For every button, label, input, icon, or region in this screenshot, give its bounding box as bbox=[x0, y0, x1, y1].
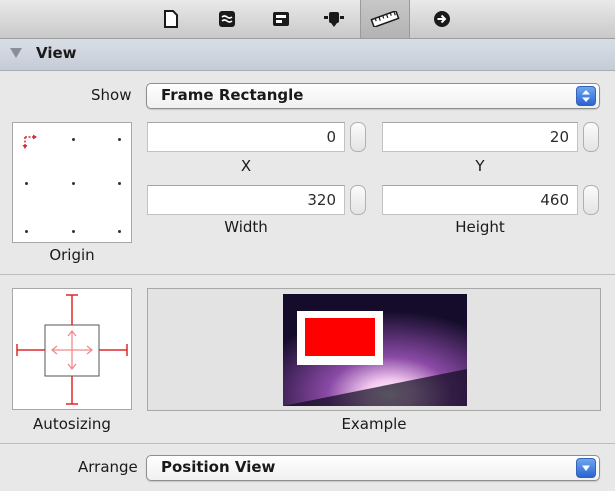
height-stepper[interactable] bbox=[583, 185, 599, 215]
divider bbox=[0, 274, 615, 275]
origin-point[interactable] bbox=[25, 230, 28, 233]
connections-icon bbox=[219, 11, 235, 27]
show-popup[interactable]: Frame Rectangle bbox=[146, 83, 600, 109]
bindings-tab[interactable] bbox=[310, 0, 358, 38]
x-stepper[interactable] bbox=[350, 122, 366, 152]
width-stepper[interactable] bbox=[350, 185, 366, 215]
autosizing-label: Autosizing bbox=[33, 415, 111, 433]
connections-tab[interactable] bbox=[203, 0, 251, 38]
popup-arrows-icon bbox=[576, 86, 596, 106]
origin-point[interactable] bbox=[25, 182, 28, 185]
height-label: Height bbox=[455, 218, 505, 236]
arrange-popup[interactable]: Position View bbox=[146, 455, 600, 481]
arrange-popup-value: Position View bbox=[161, 458, 276, 476]
inspector-toolbar bbox=[0, 0, 615, 39]
disclosure-triangle-icon[interactable] bbox=[10, 48, 22, 58]
autosizing-struts-icon bbox=[16, 294, 128, 405]
origin-label: Origin bbox=[49, 246, 95, 264]
document-icon bbox=[164, 10, 178, 28]
origin-point[interactable] bbox=[72, 230, 75, 233]
origin-point[interactable] bbox=[72, 138, 75, 141]
example-label: Example bbox=[341, 415, 407, 433]
effects-tab[interactable] bbox=[418, 0, 466, 38]
divider bbox=[0, 443, 615, 444]
bindings-icon bbox=[324, 12, 344, 27]
document-tab[interactable] bbox=[147, 0, 195, 38]
example-preview bbox=[147, 288, 601, 411]
width-label: Width bbox=[224, 218, 268, 236]
y-label: Y bbox=[475, 157, 485, 175]
origin-point[interactable] bbox=[118, 182, 121, 185]
section-title: View bbox=[36, 44, 77, 62]
arrow-circle-icon bbox=[434, 11, 450, 27]
x-field[interactable]: 0 bbox=[147, 122, 345, 152]
y-stepper[interactable] bbox=[583, 122, 599, 152]
arrange-label: Arrange bbox=[78, 458, 138, 476]
origin-point[interactable] bbox=[118, 230, 121, 233]
ruler-icon bbox=[370, 11, 400, 27]
height-field[interactable]: 460 bbox=[382, 185, 578, 215]
origin-point[interactable] bbox=[72, 182, 75, 185]
attributes-tab[interactable] bbox=[257, 0, 305, 38]
y-field[interactable]: 20 bbox=[382, 122, 578, 152]
show-label: Show bbox=[91, 86, 132, 104]
chevron-down-icon bbox=[576, 458, 596, 478]
origin-selector[interactable] bbox=[12, 122, 132, 243]
autosizing-control[interactable] bbox=[12, 288, 132, 410]
width-field[interactable]: 320 bbox=[147, 185, 345, 215]
attributes-icon bbox=[273, 12, 289, 26]
origin-arrow-icon bbox=[22, 134, 37, 149]
size-tab[interactable] bbox=[360, 0, 410, 38]
section-header[interactable] bbox=[0, 39, 615, 71]
example-desktop-image bbox=[283, 294, 467, 406]
show-popup-value: Frame Rectangle bbox=[161, 86, 304, 104]
x-label: X bbox=[240, 157, 252, 175]
origin-point[interactable] bbox=[118, 138, 121, 141]
